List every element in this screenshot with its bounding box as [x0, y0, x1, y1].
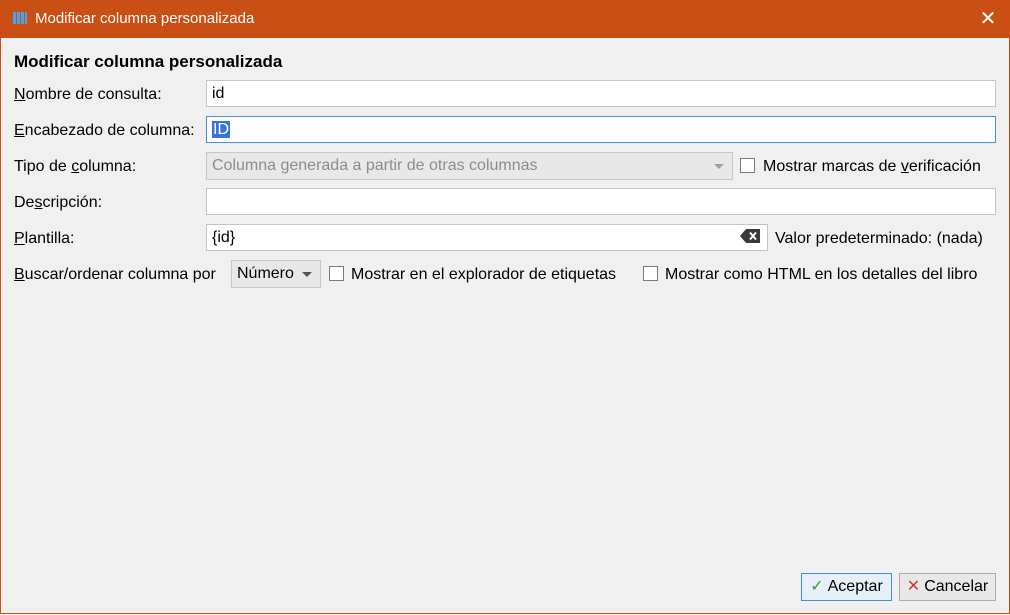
default-value-text: Valor predeterminado: (nada) — [775, 230, 983, 247]
tag-browser-label: Mostrar en el explorador de etiquetas — [351, 266, 617, 283]
window-title: Modificar columna personalizada — [35, 10, 255, 27]
sort-by-select[interactable]: Número — [231, 260, 321, 288]
show-checkmarks-label: Mostrar marcas de verificación — [763, 158, 981, 175]
clear-input-icon[interactable] — [740, 229, 760, 243]
column-type-value: Columna generada a partir de otras colum… — [212, 157, 538, 174]
sort-by-value: Número — [237, 265, 294, 282]
x-icon: ✕ — [906, 578, 921, 595]
cancel-button[interactable]: ✕ Cancelar — [899, 573, 996, 601]
check-icon: ✓ — [810, 578, 824, 595]
column-type-label: Tipo de columna: — [14, 158, 137, 175]
accept-label: Aceptar — [827, 578, 883, 595]
template-label: Plantilla: — [14, 230, 75, 247]
column-heading-input[interactable]: ID — [206, 116, 996, 143]
close-button[interactable]: ✕ — [974, 6, 1002, 32]
dialog-heading: Modificar columna personalizada — [14, 52, 283, 71]
column-type-select[interactable]: Columna generada a partir de otras colum… — [206, 152, 733, 180]
column-heading-label: Encabezado de columna: — [14, 122, 195, 139]
show-checkmarks-checkbox[interactable] — [740, 158, 755, 173]
accept-button[interactable]: ✓ Aceptar — [801, 573, 892, 601]
lookup-name-input[interactable]: id — [206, 80, 996, 107]
template-input[interactable]: {id} — [206, 224, 768, 251]
description-input[interactable] — [206, 188, 996, 215]
html-details-checkbox[interactable] — [643, 266, 658, 281]
chevron-down-icon — [302, 272, 312, 277]
tag-browser-checkbox[interactable] — [329, 266, 344, 281]
description-label: Descripción: — [14, 194, 103, 211]
selected-text: ID — [212, 121, 230, 138]
lookup-name-label: Nombre de consulta: — [14, 86, 162, 103]
library-app-icon — [13, 12, 27, 24]
html-details-label: Mostrar como HTML en los detalles del li… — [665, 266, 978, 283]
cancel-label: Cancelar — [924, 578, 989, 595]
sort-by-label: Buscar/ordenar columna por — [14, 266, 216, 283]
close-icon: ✕ — [979, 8, 997, 30]
title-bar: Modificar columna personalizada ✕ — [0, 0, 1010, 38]
chevron-down-icon — [714, 164, 724, 169]
